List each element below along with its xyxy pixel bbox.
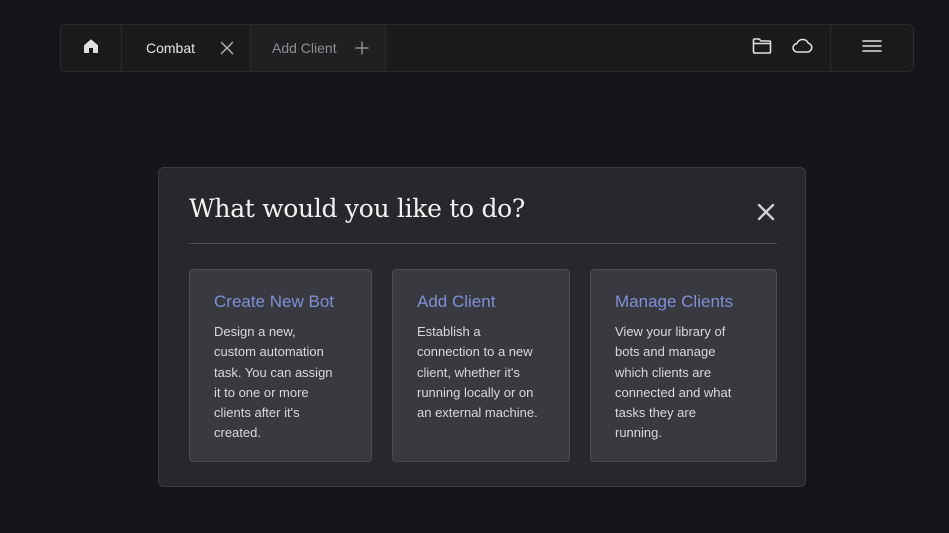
close-icon[interactable] <box>220 41 250 55</box>
card-description: Design a new, custom automation task. Yo… <box>214 324 333 441</box>
tab-add-client[interactable]: Add Client <box>251 25 386 71</box>
dialog-title: What would you like to do? <box>189 194 525 223</box>
card-title: Add Client <box>417 292 496 311</box>
card-title: Manage Clients <box>615 292 734 311</box>
card-title: Create New Bot <box>214 292 334 311</box>
dialog-close-button[interactable] <box>755 203 777 225</box>
tab-label: Combat <box>146 40 196 56</box>
folder-icon <box>752 37 772 60</box>
home-button[interactable] <box>61 25 122 71</box>
hamburger-menu-icon <box>862 39 882 58</box>
action-dialog: What would you like to do? Create New Bo… <box>158 167 806 487</box>
cloud-button[interactable] <box>782 25 822 71</box>
folder-button[interactable] <box>742 25 782 71</box>
add-client-card[interactable]: Add Client Establish a connection to a n… <box>392 269 570 462</box>
home-icon <box>82 37 100 60</box>
cloud-icon <box>790 37 814 60</box>
tab-combat[interactable]: Combat <box>122 25 251 71</box>
tab-label: Add Client <box>272 40 337 56</box>
manage-clients-card[interactable]: Manage Clients View your library of bots… <box>590 269 777 462</box>
card-description: Establish a connection to a new client, … <box>417 324 538 421</box>
menu-button[interactable] <box>831 25 913 71</box>
dialog-divider <box>189 243 777 244</box>
create-new-bot-card[interactable]: Create New Bot Design a new, custom auto… <box>189 269 372 462</box>
plus-icon[interactable] <box>355 41 385 55</box>
top-bar: Combat Add Client <box>60 24 914 72</box>
card-description: View your library of bots and manage whi… <box>615 324 732 441</box>
close-icon <box>757 203 775 226</box>
